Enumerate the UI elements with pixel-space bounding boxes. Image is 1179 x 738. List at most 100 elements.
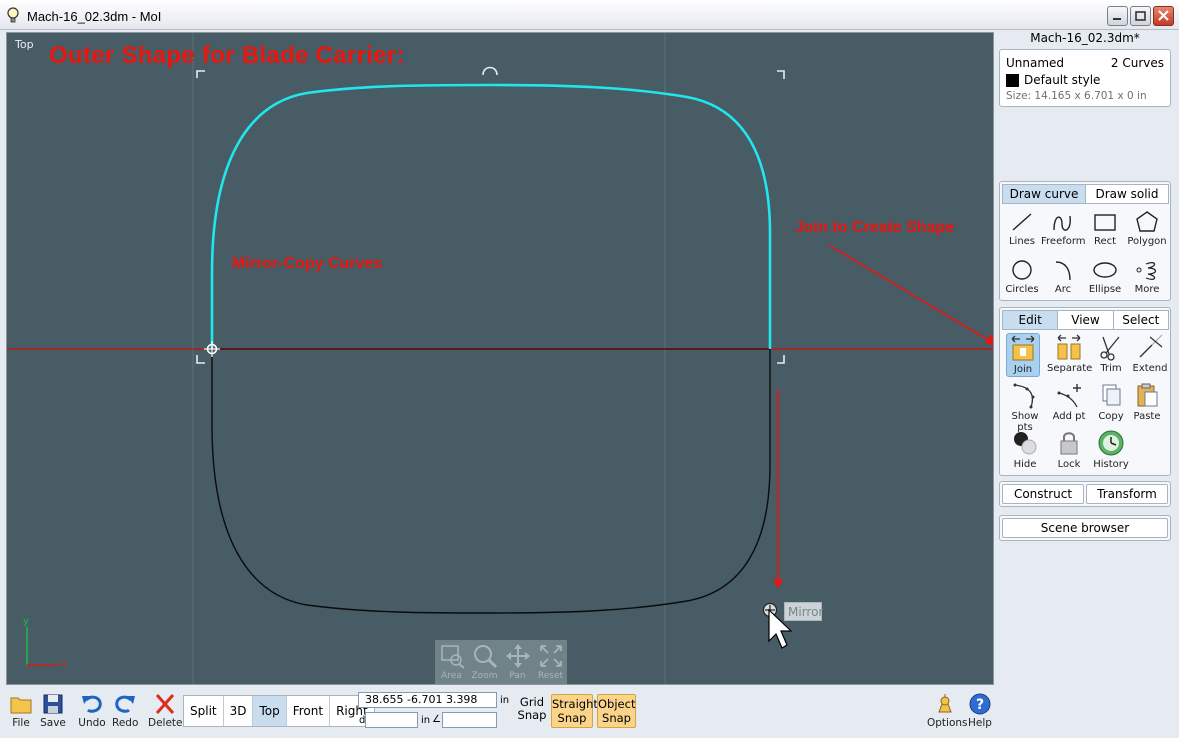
- tool-polygon[interactable]: Polygon: [1125, 210, 1169, 247]
- view-name-label[interactable]: Top: [15, 38, 34, 51]
- distance-unit: in: [421, 715, 431, 726]
- bbox-corner-br: [777, 355, 785, 364]
- tool-hide[interactable]: Hide: [1003, 429, 1047, 470]
- tool-join-label: Join: [1013, 364, 1033, 375]
- tool-history[interactable]: History: [1089, 429, 1133, 470]
- construct-button[interactable]: Construct: [1002, 484, 1084, 504]
- reset-view-icon: [539, 645, 562, 667]
- tool-circles[interactable]: Circles: [1000, 258, 1044, 295]
- object-name[interactable]: Unnamed: [1006, 56, 1064, 70]
- tool-rect[interactable]: Rect: [1083, 210, 1127, 247]
- help-button[interactable]: ? Help: [967, 692, 993, 729]
- tool-ellipse[interactable]: Ellipse: [1083, 258, 1127, 295]
- transform-button[interactable]: Transform: [1086, 484, 1168, 504]
- tool-lock[interactable]: Lock: [1047, 429, 1091, 470]
- file-button[interactable]: File: [8, 692, 34, 729]
- tool-extend-label: Extend: [1132, 363, 1168, 374]
- scene-browser-panel: Scene browser: [999, 515, 1171, 541]
- tab-draw-curve[interactable]: Draw curve: [1002, 184, 1086, 204]
- tool-freeform-label: Freeform: [1041, 236, 1086, 247]
- viewport-scene[interactable]: [7, 33, 994, 685]
- top-viewport[interactable]: Top Outer Shape for Blade Carrier: Mirro…: [6, 32, 994, 685]
- minimize-button[interactable]: [1107, 6, 1128, 26]
- straight-snap-toggle[interactable]: Straight Snap: [551, 694, 598, 728]
- tool-paste[interactable]: Paste: [1125, 381, 1169, 422]
- add-point-icon: [1057, 384, 1081, 408]
- tool-more[interactable]: More: [1125, 258, 1169, 295]
- options-label: Options: [927, 717, 968, 729]
- bottom-toolbar: File Save Undo Redo Delete Split 3D Top …: [0, 688, 1179, 738]
- file-label: File: [12, 717, 30, 729]
- tool-arc-label: Arc: [1054, 284, 1072, 295]
- tool-trim[interactable]: Trim: [1089, 333, 1133, 374]
- mirror-arrow-head: [773, 579, 783, 589]
- tool-arc[interactable]: Arc: [1041, 258, 1085, 295]
- grid-snap-toggle[interactable]: Grid Snap: [515, 696, 549, 722]
- object-snap-toggle[interactable]: Object Snap: [597, 694, 636, 728]
- tool-polygon-label: Polygon: [1127, 236, 1167, 247]
- folder-icon: [10, 697, 32, 714]
- tab-view[interactable]: View: [1057, 310, 1114, 330]
- coords-unit: in: [500, 695, 510, 706]
- annotation-join: Join to Create Shape: [795, 219, 955, 236]
- distance-input[interactable]: [365, 712, 418, 728]
- tool-join[interactable]: Join: [1006, 333, 1040, 377]
- scene-browser-button[interactable]: Scene browser: [1002, 518, 1168, 538]
- nav-pan-button[interactable]: Pan: [501, 640, 534, 684]
- circle-icon: [1012, 260, 1032, 280]
- axis-y-label: y: [23, 616, 29, 627]
- coordinate-input[interactable]: 38.655 -6.701 3.398: [358, 692, 497, 708]
- tab-draw-solid[interactable]: Draw solid: [1085, 184, 1169, 204]
- paste-icon: [1137, 383, 1158, 407]
- nav-area-button[interactable]: Area: [435, 640, 468, 684]
- object-style[interactable]: Default style: [1024, 73, 1100, 87]
- tool-freeform[interactable]: Freeform: [1041, 210, 1086, 247]
- edit-panel: Edit View Select Join Separate Trim Exte…: [999, 307, 1171, 476]
- tool-lines-label: Lines: [1008, 236, 1036, 247]
- delete-label: Delete: [148, 717, 183, 729]
- maximize-button[interactable]: [1130, 6, 1151, 26]
- view-split-button[interactable]: Split: [184, 696, 224, 726]
- more-icon: [1136, 262, 1157, 280]
- bbox-center-mark: [482, 66, 498, 76]
- lines-icon: [1012, 213, 1032, 231]
- options-button[interactable]: Options: [927, 692, 968, 729]
- view-3d-button[interactable]: 3D: [224, 696, 254, 726]
- copy-icon: [1102, 384, 1121, 406]
- tool-lines[interactable]: Lines: [1000, 210, 1044, 247]
- tool-separate[interactable]: Separate: [1047, 333, 1093, 374]
- undo-button[interactable]: Undo: [78, 692, 106, 729]
- tool-add-point[interactable]: Add pt: [1047, 381, 1091, 422]
- maximize-icon: [1135, 11, 1146, 21]
- tool-separate-label: Separate: [1047, 363, 1093, 374]
- undo-icon: [82, 695, 102, 713]
- nav-reset-label: Reset: [537, 671, 564, 681]
- selected-curve-upper[interactable]: [210, 83, 772, 349]
- properties-panel[interactable]: Unnamed 2 Curves Default style Size: 14.…: [999, 49, 1171, 107]
- nav-zoom-button[interactable]: Zoom: [468, 640, 501, 684]
- angle-input[interactable]: [442, 712, 497, 728]
- tool-hide-label: Hide: [1013, 459, 1037, 470]
- view-nav-pad: Area Zoom Pan Reset: [435, 640, 567, 684]
- tool-extend[interactable]: Extend: [1128, 333, 1172, 374]
- delete-x-icon: [155, 694, 175, 714]
- tool-show-points[interactable]: Show pts: [1003, 381, 1047, 433]
- undo-label: Undo: [78, 717, 106, 729]
- view-front-button[interactable]: Front: [287, 696, 331, 726]
- save-button[interactable]: Save: [40, 692, 66, 729]
- options-gear-icon: [938, 694, 952, 713]
- tab-select[interactable]: Select: [1112, 310, 1169, 330]
- close-button[interactable]: [1153, 6, 1174, 26]
- delete-button[interactable]: Delete: [148, 692, 183, 729]
- nav-reset-button[interactable]: Reset: [534, 640, 567, 684]
- style-color-swatch[interactable]: [1006, 74, 1019, 87]
- tool-add-point-label: Add pt: [1052, 411, 1086, 422]
- tool-copy-label: Copy: [1098, 411, 1124, 422]
- mirrored-curve-lower[interactable]: [211, 349, 771, 614]
- tab-edit[interactable]: Edit: [1002, 310, 1059, 330]
- tool-ellipse-label: Ellipse: [1088, 284, 1122, 295]
- bbox-corner-bl: [196, 355, 205, 364]
- join-arrow-line: [828, 244, 993, 344]
- view-top-button[interactable]: Top: [253, 696, 287, 726]
- redo-button[interactable]: Redo: [112, 692, 138, 729]
